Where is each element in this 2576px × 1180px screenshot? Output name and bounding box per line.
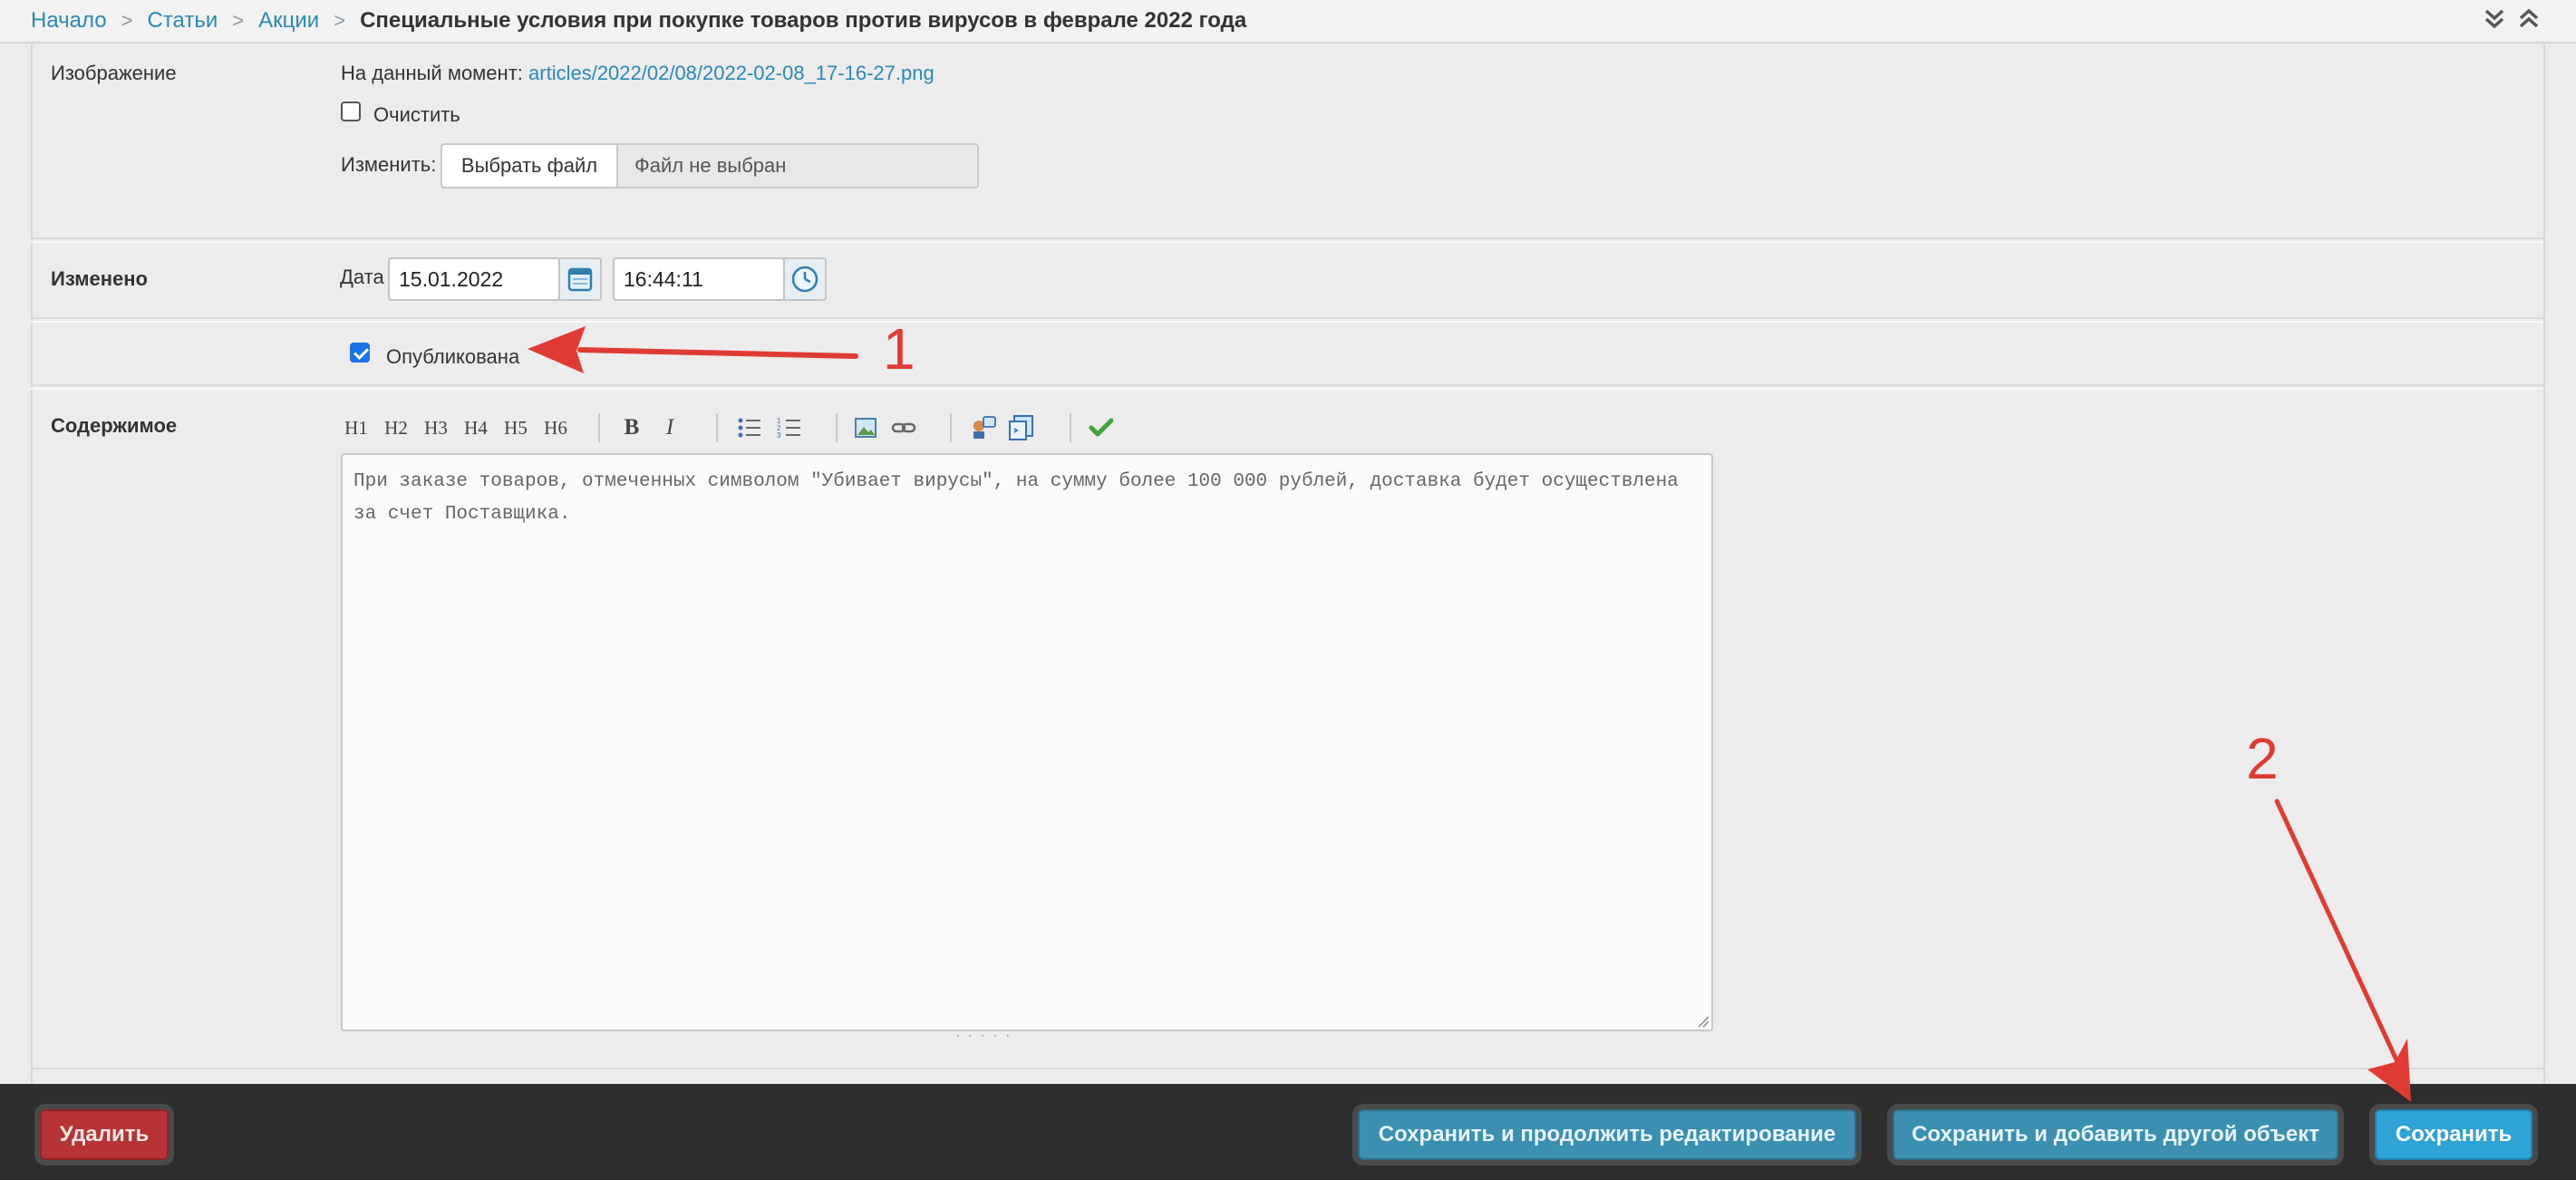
current-file-link[interactable]: articles/2022/02/08/2022-02-08_17-16-27.… <box>528 62 935 84</box>
bullet-list-button[interactable] <box>734 411 765 444</box>
annotation-marker-1: 1 <box>883 316 915 382</box>
chevron-right-icon: > <box>334 9 346 32</box>
link-icon <box>891 422 916 433</box>
save-button[interactable]: Сохранить <box>2375 1109 2532 1160</box>
source-button[interactable] <box>1006 411 1037 444</box>
published-label: Опубликована <box>386 345 520 368</box>
divider <box>31 237 2543 239</box>
no-file-text: Файл не выбран <box>634 154 787 177</box>
clock-button[interactable] <box>783 257 827 301</box>
resize-grip-icon[interactable] <box>1697 1015 1709 1028</box>
annotation-marker-2: 2 <box>2246 726 2279 791</box>
h4-button[interactable]: H4 <box>460 411 491 444</box>
h1-button[interactable]: H1 <box>341 411 372 444</box>
divider <box>31 321 2543 323</box>
source-icon <box>1009 415 1033 440</box>
divider <box>31 317 2543 319</box>
change-label: Изменить: <box>341 153 437 176</box>
preview-icon <box>973 416 996 439</box>
image-icon <box>855 418 876 438</box>
breadcrumb-bar: Начало > Статьи > Акции > Специальные условия … <box>0 0 2576 44</box>
breadcrumb-current: Специальные условия при покупке товаров … <box>360 8 1247 33</box>
preview-button[interactable] <box>968 411 999 444</box>
toolbar-separator <box>716 413 718 442</box>
chevron-right-icon: > <box>232 9 245 32</box>
clear-checkbox[interactable] <box>341 102 361 121</box>
expand-all-icon[interactable] <box>2482 4 2507 33</box>
clear-label: Очистить <box>373 103 460 126</box>
h2-button[interactable]: H2 <box>381 411 412 444</box>
file-input[interactable]: Выбрать файл Файл не выбран <box>441 143 979 189</box>
numbered-list-button[interactable]: 1 2 3 <box>774 411 805 444</box>
modified-field-label: Изменено <box>51 267 148 290</box>
svg-text:3: 3 <box>777 431 781 440</box>
h5-button[interactable]: H5 <box>500 411 531 444</box>
content-textarea[interactable]: При заказе товаров, отмеченных символом … <box>341 453 1713 1031</box>
toolbar-separator <box>1070 413 1071 442</box>
save-continue-button[interactable]: Сохранить и продолжить редактирование <box>1358 1109 1856 1160</box>
bullet-list-icon <box>738 418 760 438</box>
content-field-label: Содержимое <box>51 414 178 437</box>
breadcrumb-home-link[interactable]: Начало <box>31 8 107 33</box>
collapse-controls <box>2482 4 2542 33</box>
current-file-row: На данный момент: articles/2022/02/08/20… <box>341 62 935 85</box>
time-input[interactable]: 16:44:11 <box>613 257 785 301</box>
editor-resize-handle[interactable]: · · · · · <box>955 1028 1012 1044</box>
insert-link-button[interactable] <box>888 411 919 444</box>
numbered-list-icon: 1 2 3 <box>777 417 800 440</box>
italic-button[interactable]: I <box>656 411 683 444</box>
delete-button[interactable]: Удалить <box>40 1109 169 1160</box>
collapse-all-icon[interactable] <box>2516 4 2542 33</box>
divider <box>31 384 2543 386</box>
breadcrumb-articles-link[interactable]: Статьи <box>147 8 218 33</box>
insert-image-button[interactable] <box>850 411 881 444</box>
current-file-prefix: На данный момент: <box>341 62 523 84</box>
divider <box>31 388 2543 390</box>
breadcrumb: Начало > Статьи > Акции > Специальные условия … <box>31 7 1246 34</box>
calendar-button[interactable] <box>558 257 602 301</box>
toolbar-separator <box>950 413 952 442</box>
calendar-icon <box>567 267 593 292</box>
h3-button[interactable]: H3 <box>421 411 451 444</box>
choose-file-button[interactable]: Выбрать файл <box>442 145 618 187</box>
date-label: Дата <box>340 266 384 288</box>
bold-button[interactable]: B <box>618 411 645 444</box>
image-field-label: Изображение <box>51 62 177 84</box>
clock-icon <box>791 266 818 293</box>
h6-button[interactable]: H6 <box>540 411 571 444</box>
toolbar-separator <box>598 413 600 442</box>
checkmark-icon <box>1089 418 1114 437</box>
chevron-right-icon: > <box>121 9 133 32</box>
divider <box>31 1068 2543 1069</box>
breadcrumb-promotions-link[interactable]: Акции <box>258 8 319 33</box>
divider <box>31 241 2543 243</box>
date-input[interactable]: 15.01.2022 <box>388 257 560 301</box>
apply-button[interactable] <box>1086 411 1117 444</box>
toolbar-separator <box>836 413 838 442</box>
save-add-another-button[interactable]: Сохранить и добавить другой объект <box>1893 1109 2339 1160</box>
published-checkbox[interactable] <box>350 343 370 363</box>
